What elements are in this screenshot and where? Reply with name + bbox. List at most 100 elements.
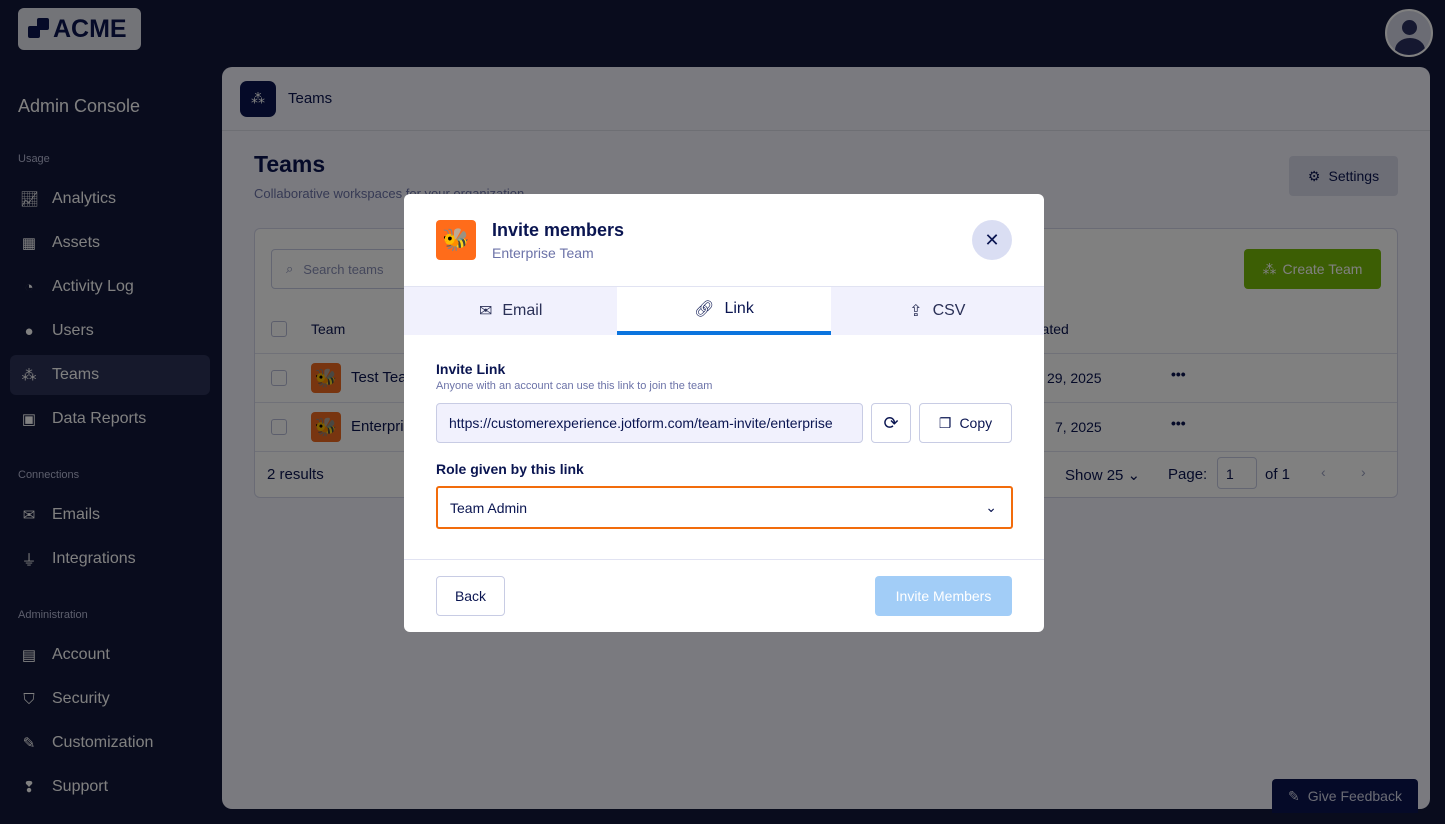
page-input[interactable]: 1 bbox=[1217, 457, 1257, 489]
bee-icon: 🐝 bbox=[436, 220, 476, 260]
mail-icon: ✉ bbox=[22, 507, 36, 524]
created-date: 29, 2025 bbox=[1047, 370, 1102, 386]
copy-button[interactable]: ❐ Copy bbox=[919, 403, 1012, 443]
label: Email bbox=[502, 302, 543, 319]
dialog-title: Invite members bbox=[492, 220, 625, 240]
shield-icon: ⛉ bbox=[23, 690, 35, 708]
tab-csv[interactable]: ⇪ CSV bbox=[831, 287, 1044, 335]
placeholder: Search teams bbox=[303, 261, 384, 277]
back-button[interactable]: Back bbox=[436, 576, 505, 616]
close-icon: ✕ bbox=[984, 229, 1000, 250]
link-icon: 🔗︎ bbox=[694, 301, 715, 318]
sidebar-item-analytics[interactable]: 📈︎ Analytics bbox=[10, 179, 210, 219]
label: Data Reports bbox=[52, 410, 147, 427]
page-total: of 1 bbox=[1265, 466, 1291, 483]
dialog-footer-divider bbox=[404, 559, 1044, 560]
invite-members-button[interactable]: Invite Members bbox=[875, 576, 1012, 616]
page-label: Page: bbox=[1168, 466, 1208, 483]
settings-button[interactable]: ⚙ Settings bbox=[1289, 156, 1398, 196]
label: Support bbox=[52, 778, 109, 795]
row-checkbox[interactable] bbox=[271, 370, 287, 386]
label: Integrations bbox=[52, 550, 136, 567]
prev-page-icon[interactable]: ‹ bbox=[1321, 464, 1326, 480]
sidebar-item-customization[interactable]: ✎ Customization bbox=[10, 723, 210, 763]
logo-mark-icon bbox=[28, 18, 50, 40]
label: Invite Members bbox=[895, 588, 992, 604]
teams-icon: ⁂ bbox=[21, 367, 37, 384]
section-connections: Connections bbox=[18, 469, 80, 481]
create-team-button[interactable]: ⁂ Create Team bbox=[1244, 249, 1381, 289]
label: Users bbox=[52, 322, 94, 339]
chevron-down-icon: ⌄ bbox=[985, 499, 997, 515]
sidebar-item-account[interactable]: ▤ Account bbox=[10, 635, 210, 675]
upload-icon: ⇪ bbox=[909, 303, 923, 320]
label: Activity Log bbox=[52, 278, 134, 295]
regenerate-link-button[interactable]: ⟳ bbox=[871, 403, 911, 443]
label: Settings bbox=[1328, 168, 1380, 184]
label: Back bbox=[454, 588, 487, 604]
label: Teams bbox=[52, 366, 100, 383]
results-count: 2 results bbox=[267, 466, 324, 483]
select-all-checkbox[interactable] bbox=[271, 321, 287, 337]
sidebar-item-support[interactable]: ❢ Support bbox=[10, 767, 210, 807]
account-icon: ▤ bbox=[21, 647, 37, 664]
created-date: 7, 2025 bbox=[1055, 419, 1102, 435]
label: Emails bbox=[52, 506, 101, 523]
sidebar-item-security[interactable]: ⛉ Security bbox=[10, 679, 210, 719]
users-icon: ● bbox=[24, 322, 34, 340]
give-feedback-button[interactable]: ✎ Give Feedback bbox=[1272, 779, 1418, 813]
tab-email[interactable]: ✉ Email bbox=[404, 287, 617, 335]
invite-members-dialog: 🐝 Invite members Enterprise Team ✕ ✉ Emai… bbox=[404, 194, 1044, 632]
tab-link[interactable]: 🔗︎ Link bbox=[617, 287, 831, 335]
team-icon: 🐝 bbox=[311, 363, 341, 393]
page-header: ⁂ Teams bbox=[222, 67, 1430, 131]
label: Give Feedback bbox=[1307, 788, 1402, 804]
page-title: Teams bbox=[254, 151, 326, 177]
sidebar-item-activity-log[interactable]: ◔ Activity Log bbox=[10, 267, 210, 307]
invite-link-label: Invite Link bbox=[436, 361, 506, 377]
section-usage: Usage bbox=[18, 153, 50, 165]
dialog-subtitle: Enterprise Team bbox=[492, 245, 594, 261]
more-icon[interactable]: ••• bbox=[1171, 415, 1186, 431]
row-checkbox[interactable] bbox=[271, 419, 287, 435]
label: Link bbox=[724, 300, 754, 317]
sidebar-item-teams[interactable]: ⁂ Teams bbox=[10, 355, 210, 395]
refresh-icon: ⟳ bbox=[883, 412, 899, 433]
support-icon: ❢ bbox=[22, 779, 36, 796]
sidebar-title: Admin Console bbox=[18, 96, 141, 116]
team-icon: 🐝 bbox=[311, 412, 341, 442]
label: Analytics bbox=[52, 190, 117, 207]
assets-icon: ▦ bbox=[21, 235, 37, 252]
more-icon[interactable]: ••• bbox=[1171, 366, 1186, 382]
label: Show 25 bbox=[1065, 467, 1124, 484]
history-icon: ◔ bbox=[24, 278, 34, 296]
label: Customization bbox=[52, 734, 154, 751]
invite-link-field[interactable]: https://customerexperience.jotform.com/t… bbox=[436, 403, 863, 443]
sidebar-item-emails[interactable]: ✉ Emails bbox=[10, 495, 210, 535]
acme-logo[interactable]: ACME bbox=[18, 8, 141, 50]
selected-value: Team Admin bbox=[450, 499, 528, 516]
label: Account bbox=[52, 646, 110, 663]
sidebar-item-assets[interactable]: ▦ Assets bbox=[10, 223, 210, 263]
label: Create Team bbox=[1282, 261, 1363, 277]
label: Security bbox=[52, 690, 110, 707]
copy-icon: ❐ bbox=[938, 414, 952, 431]
report-icon: ▣ bbox=[21, 411, 37, 428]
user-avatar[interactable] bbox=[1385, 9, 1433, 57]
role-label: Role given by this link bbox=[436, 461, 584, 477]
plug-icon: ⏚ bbox=[21, 551, 37, 569]
teams-icon: ⁂ bbox=[240, 80, 276, 117]
sidebar-item-users[interactable]: ● Users bbox=[10, 311, 210, 351]
close-button[interactable]: ✕ bbox=[972, 220, 1012, 260]
sidebar-item-data-reports[interactable]: ▣ Data Reports bbox=[10, 399, 210, 439]
label: CSV bbox=[932, 302, 966, 319]
page-size-select[interactable]: Show 25 ⌄ bbox=[1065, 466, 1140, 484]
sidebar-item-integrations[interactable]: ⏚ Integrations bbox=[10, 539, 210, 579]
chart-line-icon: 📈︎ bbox=[20, 191, 40, 208]
label: Assets bbox=[52, 234, 101, 251]
next-page-icon[interactable]: › bbox=[1361, 464, 1366, 480]
label: Copy bbox=[959, 415, 993, 431]
invite-link-hint: Anyone with an account can use this link… bbox=[436, 380, 713, 392]
role-select[interactable]: Team Admin ⌄ bbox=[436, 486, 1013, 529]
column-team[interactable]: Team bbox=[311, 321, 345, 337]
